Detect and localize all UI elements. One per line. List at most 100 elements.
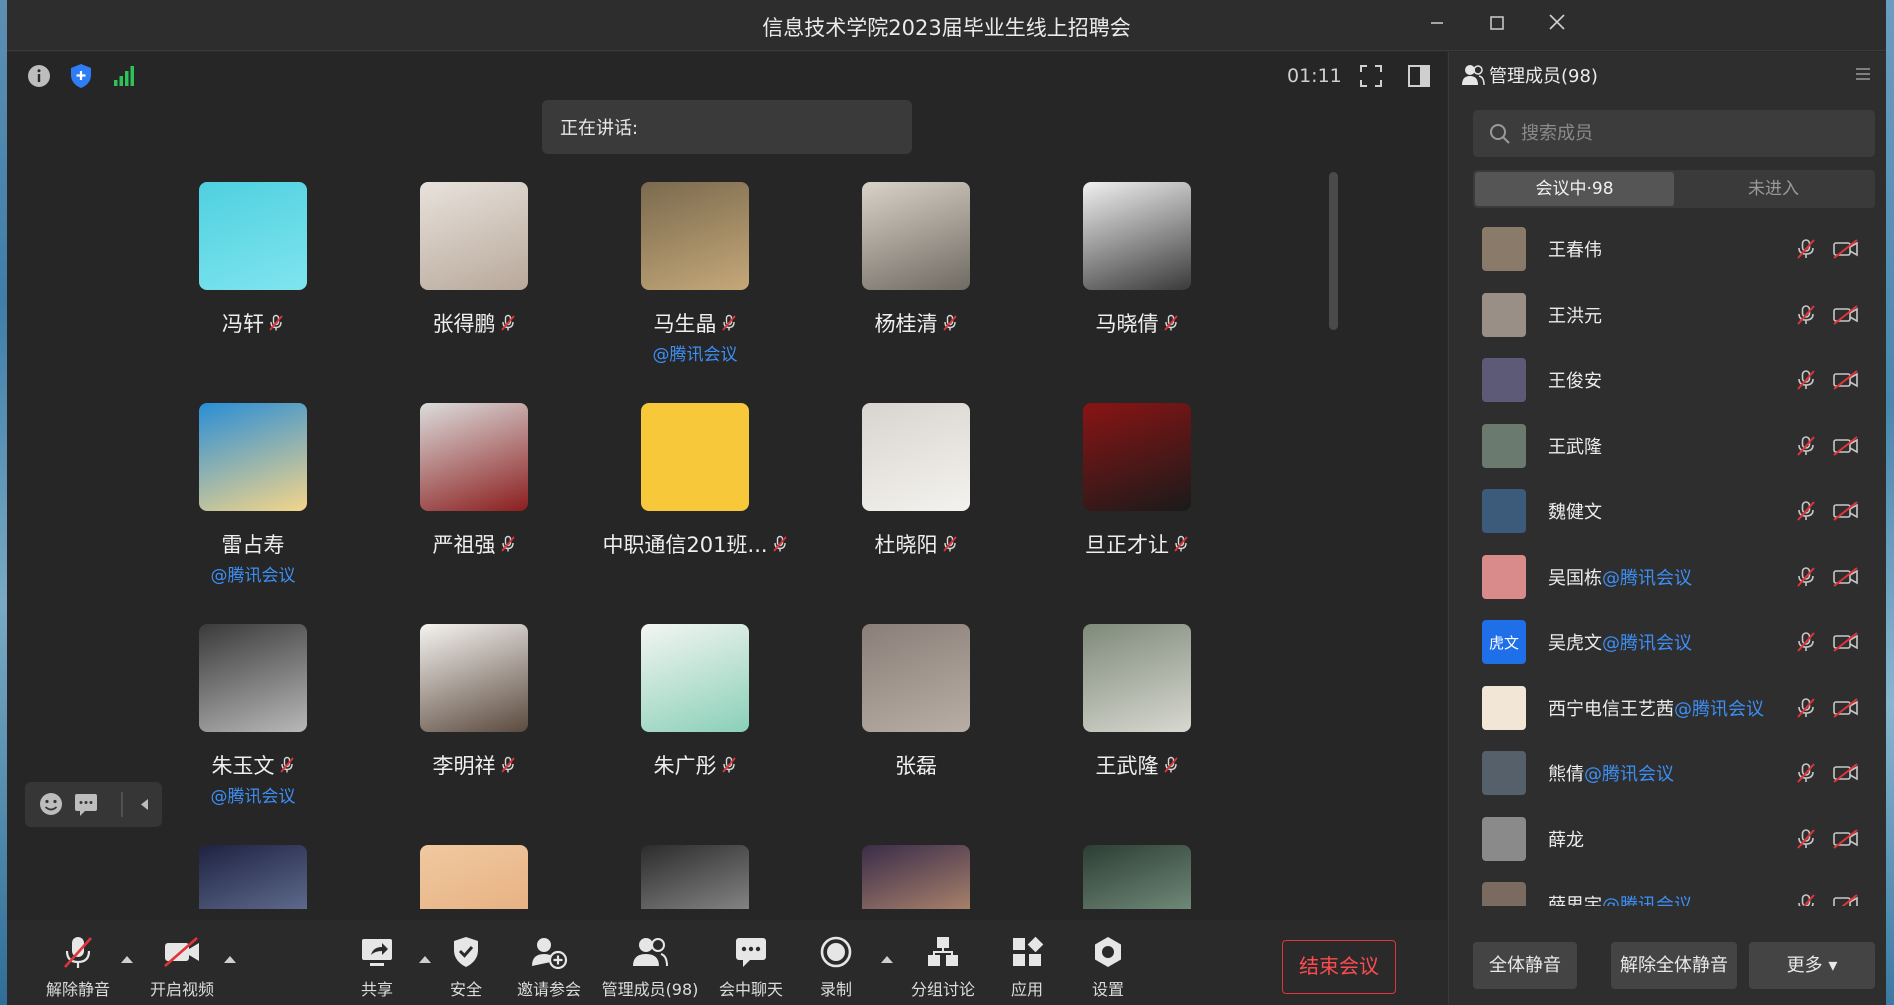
panel-menu-icon[interactable] bbox=[1854, 65, 1872, 83]
participant-tile[interactable]: 李明祥 bbox=[368, 572, 568, 778]
participant-tile[interactable]: 马晓倩 bbox=[1031, 182, 1231, 336]
member-camera-off-icon[interactable] bbox=[1832, 828, 1860, 854]
member-mic-muted-icon[interactable] bbox=[1794, 369, 1818, 395]
emoji-icon[interactable] bbox=[40, 793, 62, 815]
participant-tile[interactable]: 朱广彤 bbox=[589, 572, 789, 778]
member-row[interactable]: 西宁电信王艺茜@腾讯会议 bbox=[1449, 675, 1887, 741]
member-avatar bbox=[1482, 685, 1526, 730]
member-name-text: 王俊安 bbox=[1548, 371, 1602, 392]
participant-tile[interactable]: 王武隆 bbox=[1031, 572, 1231, 778]
member-camera-off-icon[interactable] bbox=[1832, 631, 1860, 657]
member-name: 王俊安 bbox=[1548, 367, 1602, 393]
participant-avatar bbox=[641, 624, 749, 732]
member-name-text: 薛龙 bbox=[1548, 829, 1584, 851]
member-camera-off-icon[interactable] bbox=[1832, 762, 1860, 788]
close-icon[interactable] bbox=[1541, 10, 1573, 40]
participant-tile[interactable] bbox=[177, 793, 347, 909]
member-camera-off-icon[interactable] bbox=[1832, 238, 1860, 264]
participant-tile[interactable] bbox=[810, 793, 1010, 909]
member-mic-muted-icon[interactable] bbox=[1794, 435, 1818, 461]
unmute-button[interactable]: 解除静音 bbox=[28, 932, 128, 1000]
participant-tile[interactable]: 严祖强 bbox=[368, 351, 568, 557]
member-row[interactable]: 熊倩@腾讯会议 bbox=[1449, 740, 1887, 806]
member-mic-muted-icon[interactable] bbox=[1794, 238, 1818, 264]
participant-avatar bbox=[420, 845, 528, 909]
mute-all-button[interactable]: 全体静音 bbox=[1473, 942, 1577, 989]
participant-tile[interactable]: 中职通信201班... bbox=[589, 351, 789, 557]
member-mic-muted-icon[interactable] bbox=[1794, 697, 1818, 723]
collapse-icon[interactable] bbox=[141, 799, 148, 810]
participant-tile[interactable]: 冯轩 bbox=[177, 182, 347, 336]
participant-tile[interactable]: 雷占寿 @腾讯会议 bbox=[177, 351, 347, 586]
tab-not-joined[interactable]: 未进入 bbox=[1674, 172, 1873, 206]
member-camera-off-icon[interactable] bbox=[1832, 500, 1860, 526]
participant-avatar bbox=[862, 624, 970, 732]
end-meeting-button[interactable]: 结束会议 bbox=[1282, 940, 1396, 994]
video-options-caret[interactable] bbox=[224, 956, 236, 963]
participant-tile[interactable]: 朱玉文 @腾讯会议 bbox=[177, 572, 347, 807]
search-icon bbox=[1490, 123, 1510, 144]
member-mic-muted-icon[interactable] bbox=[1794, 566, 1818, 592]
danmaku-icon[interactable] bbox=[75, 794, 97, 816]
participant-name: 杨桂清 bbox=[810, 308, 1022, 338]
member-mic-muted-icon[interactable] bbox=[1794, 762, 1818, 788]
participant-avatar bbox=[862, 182, 970, 290]
member-row[interactable]: 薛思宇@腾讯会议 bbox=[1449, 871, 1887, 906]
member-mic-muted-icon[interactable] bbox=[1794, 828, 1818, 854]
signal-icon[interactable] bbox=[109, 62, 137, 90]
participant-tile[interactable]: 杨桂清 bbox=[810, 182, 1010, 336]
participant-tile[interactable]: 杜晓阳 bbox=[810, 351, 1010, 557]
invite-button[interactable]: 邀请参会 bbox=[499, 932, 599, 1000]
settings-button[interactable]: 设置 bbox=[1058, 932, 1158, 1000]
member-row[interactable]: 虎文 吴虎文@腾讯会议 bbox=[1449, 609, 1887, 675]
member-search-input[interactable] bbox=[1521, 123, 1851, 144]
mic-off-icon bbox=[28, 932, 128, 972]
shield-icon[interactable] bbox=[67, 62, 95, 90]
participant-tile[interactable] bbox=[589, 793, 789, 909]
member-name-text: 熊倩 bbox=[1548, 764, 1584, 785]
tab-in-meeting[interactable]: 会议中·98 bbox=[1475, 172, 1674, 206]
participant-tile[interactable]: 张得鹏 bbox=[368, 182, 568, 336]
grid-scrollbar[interactable] bbox=[1329, 172, 1338, 330]
layout-icon[interactable] bbox=[1406, 63, 1434, 91]
member-row[interactable]: 吴国栋@腾讯会议 bbox=[1449, 544, 1887, 610]
start-video-button[interactable]: 开启视频 bbox=[132, 932, 232, 1000]
share-button[interactable]: 共享 bbox=[327, 932, 427, 1000]
member-row[interactable]: 王春伟 bbox=[1449, 216, 1887, 282]
reaction-bar bbox=[25, 782, 162, 827]
member-mic-muted-icon[interactable] bbox=[1794, 893, 1818, 906]
member-camera-off-icon[interactable] bbox=[1832, 304, 1860, 330]
participant-tile[interactable]: 旦正才让 bbox=[1031, 351, 1231, 557]
member-row[interactable]: 王俊安 bbox=[1449, 347, 1887, 413]
maximize-icon[interactable] bbox=[1481, 10, 1513, 40]
participant-avatar bbox=[1083, 403, 1191, 511]
participant-tile[interactable] bbox=[368, 793, 568, 909]
unmute-all-button[interactable]: 解除全体静音 bbox=[1611, 942, 1737, 989]
member-mic-muted-icon[interactable] bbox=[1794, 304, 1818, 330]
member-camera-off-icon[interactable] bbox=[1832, 435, 1860, 461]
participant-tile[interactable]: 张磊 bbox=[810, 572, 1010, 778]
member-mic-muted-icon[interactable] bbox=[1794, 631, 1818, 657]
info-icon[interactable] bbox=[25, 62, 53, 90]
member-mic-muted-icon[interactable] bbox=[1794, 500, 1818, 526]
manage-members-button[interactable]: 管理成员(98) bbox=[600, 932, 700, 1000]
member-row[interactable]: 王武隆 bbox=[1449, 413, 1887, 479]
member-row[interactable]: 薛龙 bbox=[1449, 806, 1887, 872]
more-button[interactable]: 更多 ▾ bbox=[1749, 942, 1875, 989]
member-search-box[interactable] bbox=[1473, 110, 1875, 157]
member-camera-off-icon[interactable] bbox=[1832, 893, 1860, 906]
record-button[interactable]: 录制 bbox=[786, 932, 886, 1000]
participant-name-text: 张磊 bbox=[895, 754, 937, 778]
participant-tile[interactable]: 马生晶 @腾讯会议 bbox=[589, 182, 789, 365]
member-camera-off-icon[interactable] bbox=[1832, 697, 1860, 723]
participant-tile[interactable] bbox=[1031, 793, 1231, 909]
member-row[interactable]: 魏健文 bbox=[1449, 478, 1887, 544]
record-options-caret[interactable] bbox=[881, 956, 893, 963]
minimize-icon[interactable] bbox=[1421, 10, 1453, 40]
member-camera-off-icon[interactable] bbox=[1832, 566, 1860, 592]
member-row[interactable]: 王洪元 bbox=[1449, 282, 1887, 348]
participant-avatar bbox=[641, 845, 749, 909]
member-name: 王春伟 bbox=[1548, 236, 1602, 262]
fullscreen-icon[interactable] bbox=[1358, 63, 1386, 91]
member-camera-off-icon[interactable] bbox=[1832, 369, 1860, 395]
